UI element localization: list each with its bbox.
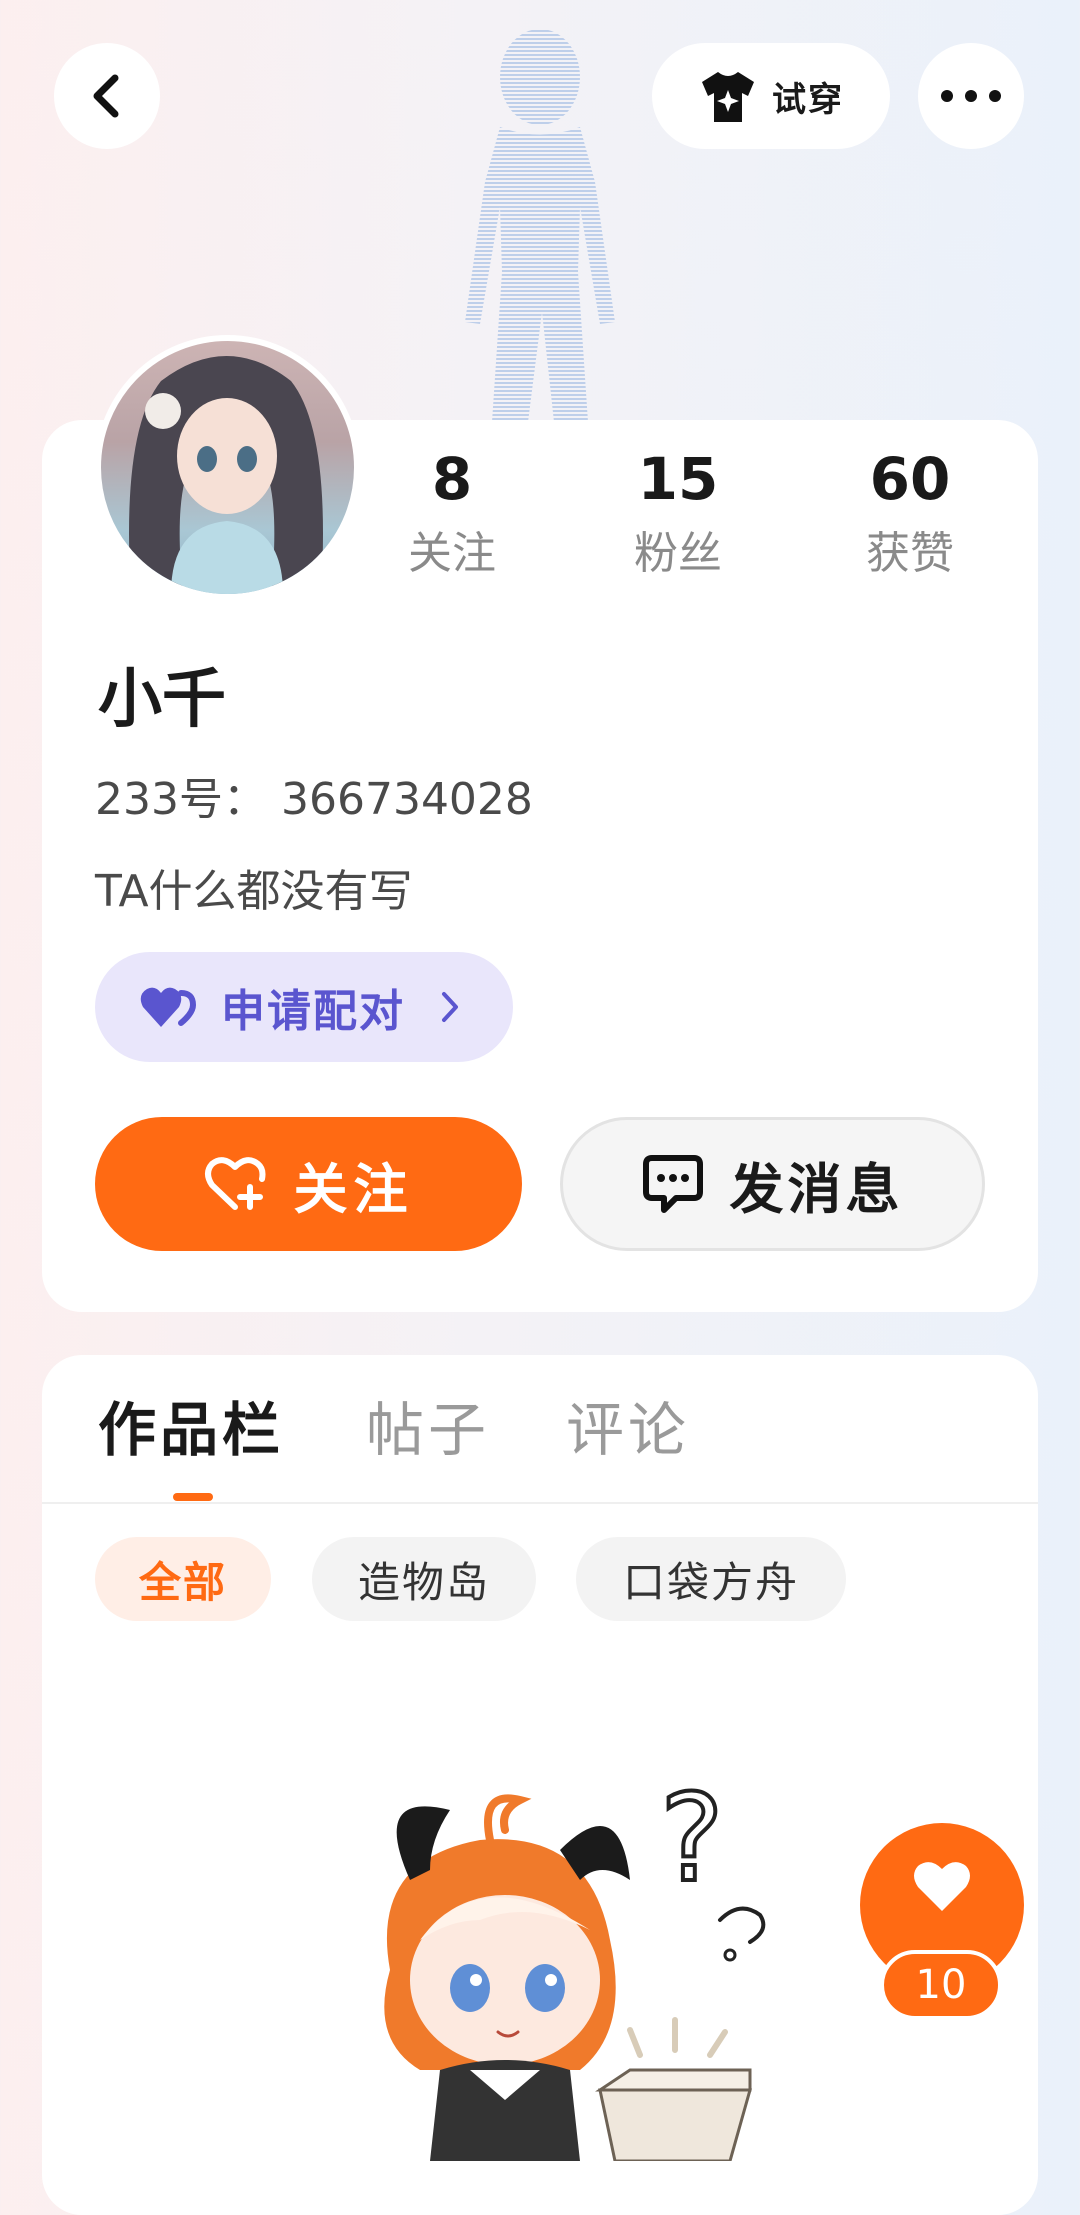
tab-posts[interactable]: 帖子: [366, 1390, 490, 1470]
try-on-button[interactable]: 试穿: [652, 43, 890, 149]
follow-label: 关注: [293, 1157, 414, 1221]
avatar-hologram-figure: [465, 29, 615, 422]
pair-request-label: 申请配对: [221, 986, 405, 1037]
send-message-label: 发消息: [729, 1157, 904, 1221]
double-heart-icon: [140, 987, 197, 1027]
more-dots-icon: [941, 90, 1001, 102]
tab-works[interactable]: 作品栏: [98, 1390, 284, 1470]
chevron-left-icon: [93, 74, 119, 118]
stat-likes-value: 60: [869, 445, 951, 513]
pair-request-button[interactable]: 申请配对: [95, 952, 513, 1062]
send-message-button[interactable]: 发消息: [560, 1117, 985, 1251]
stat-likes-label: 获赞: [866, 528, 954, 579]
stat-likes[interactable]: 60 获赞: [810, 444, 1010, 584]
avatar-illustration: [129, 356, 323, 594]
heart-plus-icon: [204, 1157, 265, 1210]
tshirt-sparkle-icon: [702, 72, 754, 122]
svg-text:?: ?: [660, 1770, 724, 1909]
follow-button[interactable]: 关注: [95, 1117, 522, 1251]
stat-following[interactable]: 8 关注: [352, 444, 552, 584]
confused-mascot-illustration: ?: [384, 1770, 766, 2161]
tab-divider: [42, 1502, 1038, 1504]
try-on-label: 试穿: [772, 79, 844, 120]
stat-following-value: 8: [431, 445, 473, 513]
stat-following-label: 关注: [408, 528, 496, 579]
back-button[interactable]: [54, 43, 160, 149]
bio: TA什么都没有写: [95, 866, 413, 917]
filter-all[interactable]: 全部: [95, 1537, 271, 1621]
heart-icon: [914, 1862, 970, 1911]
like-count-badge: 10: [880, 1950, 1002, 2020]
username: 小千: [98, 663, 226, 737]
chat-bubble-icon: [642, 1155, 703, 1213]
stat-fans[interactable]: 15 粉丝: [578, 444, 778, 584]
chevron-right-icon: [442, 992, 458, 1022]
active-tab-indicator: [173, 1493, 213, 1501]
filter-pocket-ark[interactable]: 口袋方舟: [576, 1537, 846, 1621]
stat-fans-value: 15: [637, 445, 719, 513]
stat-fans-label: 粉丝: [634, 528, 722, 579]
more-button[interactable]: [918, 43, 1024, 149]
avatar[interactable]: [95, 335, 360, 600]
filter-creation-island[interactable]: 造物岛: [312, 1537, 536, 1621]
user-id: 233号： 366734028: [95, 774, 533, 825]
tab-comments[interactable]: 评论: [566, 1390, 690, 1470]
